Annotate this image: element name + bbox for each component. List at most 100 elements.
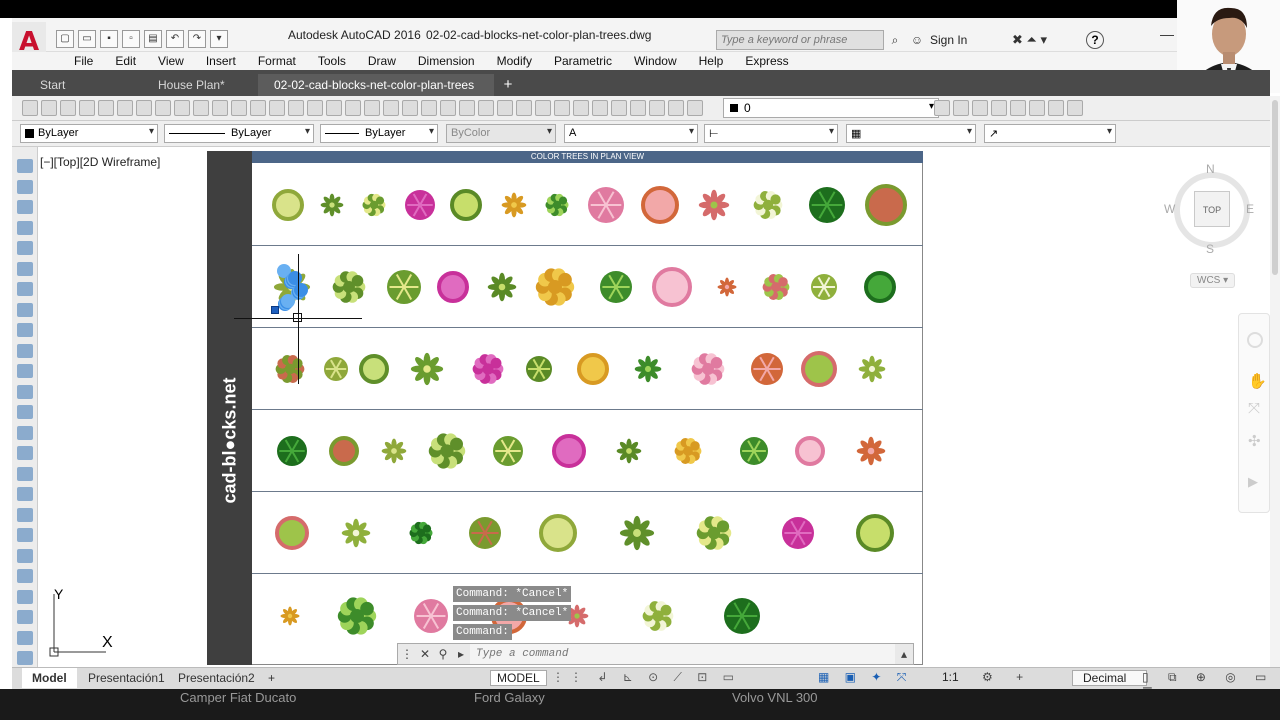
tree-block[interactable] xyxy=(762,273,790,301)
tree-block[interactable] xyxy=(359,354,389,384)
tree-block[interactable] xyxy=(652,267,692,307)
tree-block[interactable] xyxy=(858,355,886,383)
toolbar-tool-icon[interactable] xyxy=(60,100,76,116)
search-icon[interactable]: ⌕ xyxy=(886,30,904,50)
layer-tool-icon[interactable] xyxy=(1029,100,1045,116)
draw-tool-icon[interactable] xyxy=(17,364,33,378)
minimize-icon[interactable]: — xyxy=(1160,26,1174,42)
tab-model[interactable]: Model xyxy=(22,668,77,688)
compass-west[interactable]: W xyxy=(1164,202,1175,216)
tree-block[interactable] xyxy=(698,189,730,221)
exchange-icon[interactable]: ✖ ⏶ ▾ xyxy=(1012,32,1047,48)
toolbar-tool-icon[interactable] xyxy=(364,100,380,116)
tree-block[interactable] xyxy=(280,606,300,626)
menu-item-view[interactable]: View xyxy=(147,52,195,70)
toolbar-tool-icon[interactable] xyxy=(250,100,266,116)
tree-block[interactable] xyxy=(691,353,725,385)
toolbar-tool-icon[interactable] xyxy=(478,100,494,116)
toolbar-tool-icon[interactable] xyxy=(611,100,627,116)
toolbar-tool-icon[interactable] xyxy=(630,100,646,116)
layer-dropdown[interactable]: 0 ▾ xyxy=(723,98,939,118)
toolbar-tool-icon[interactable] xyxy=(174,100,190,116)
toolbar-tool-icon[interactable] xyxy=(155,100,171,116)
toolbar-tool-icon[interactable] xyxy=(326,100,342,116)
tree-block[interactable] xyxy=(535,268,575,306)
draw-tool-icon[interactable] xyxy=(17,241,33,255)
tree-block[interactable] xyxy=(864,271,896,303)
tree-block[interactable] xyxy=(329,436,359,466)
units-dropdown[interactable]: Decimal xyxy=(1072,670,1148,686)
tree-block[interactable] xyxy=(642,601,674,631)
draw-tool-icon[interactable] xyxy=(17,261,33,276)
viewcube-top-face[interactable]: TOP xyxy=(1194,191,1230,227)
tree-block[interactable] xyxy=(277,436,307,466)
draw-tool-icon[interactable] xyxy=(17,569,33,583)
tree-block[interactable] xyxy=(740,437,768,465)
toolbar-tool-icon[interactable] xyxy=(459,100,475,116)
toolbar-tool-icon[interactable] xyxy=(668,100,684,116)
command-expand-icon[interactable]: ▴ xyxy=(895,647,913,661)
tree-block[interactable] xyxy=(341,518,371,548)
compass-north[interactable]: N xyxy=(1206,162,1215,176)
toolbar-tool-icon[interactable] xyxy=(345,100,361,116)
tree-block[interactable] xyxy=(320,193,344,217)
layer-tool-icon[interactable] xyxy=(953,100,969,116)
tree-block[interactable] xyxy=(272,189,304,221)
dimstyle-dropdown[interactable]: ⊢ ▾ xyxy=(704,124,838,143)
toolbar-tool-icon[interactable] xyxy=(231,100,247,116)
tree-block[interactable] xyxy=(856,436,886,466)
tree-block[interactable] xyxy=(751,353,783,385)
layer-tool-icon[interactable] xyxy=(972,100,988,116)
undo-icon[interactable]: ↶ xyxy=(166,30,184,48)
saveas-icon[interactable]: ▫ xyxy=(122,30,140,48)
toolbar-tool-icon[interactable] xyxy=(383,100,399,116)
save-icon[interactable]: ▪ xyxy=(100,30,118,48)
new-icon[interactable]: ▢ xyxy=(56,30,74,48)
tree-block[interactable] xyxy=(641,186,679,224)
toolbar-tool-icon[interactable] xyxy=(554,100,570,116)
toolbar-tool-icon[interactable] xyxy=(687,100,703,116)
tree-block[interactable] xyxy=(539,514,577,552)
tree-block[interactable] xyxy=(545,193,569,217)
tree-block[interactable] xyxy=(469,517,501,549)
tree-block[interactable] xyxy=(588,187,624,223)
draw-tool-icon[interactable] xyxy=(17,282,33,296)
wcs-menu[interactable]: WCS ▾ xyxy=(1190,273,1236,288)
tree-block[interactable] xyxy=(809,187,845,223)
tree-block[interactable] xyxy=(552,434,586,468)
menu-item-dimension[interactable]: Dimension xyxy=(407,52,486,70)
draw-tool-icon[interactable] xyxy=(17,179,33,194)
toolbar-tool-icon[interactable] xyxy=(402,100,418,116)
linetype-dropdown[interactable]: ByLayer ▾ xyxy=(164,124,314,143)
command-input[interactable] xyxy=(470,644,895,664)
pan-icon[interactable]: ✋ xyxy=(1248,372,1267,390)
tree-block[interactable] xyxy=(782,517,814,549)
textstyle-dropdown[interactable]: A ▾ xyxy=(564,124,698,143)
tree-block[interactable] xyxy=(337,597,377,635)
layer-tool-icon[interactable] xyxy=(1067,100,1083,116)
tab-current-drawing[interactable]: 02-02-cad-blocks-net-color-plan-trees xyxy=(258,74,494,96)
draw-tool-icon[interactable] xyxy=(17,220,33,235)
tree-block[interactable] xyxy=(332,271,366,303)
tab-presentacion2[interactable]: Presentación2 xyxy=(168,668,265,688)
tree-block[interactable] xyxy=(856,514,894,552)
tree-block[interactable] xyxy=(616,438,642,464)
tab-presentacion1[interactable]: Presentación1 xyxy=(78,668,175,688)
tree-block[interactable] xyxy=(493,436,523,466)
tree-block[interactable] xyxy=(674,437,702,465)
toolbar-tool-icon[interactable] xyxy=(421,100,437,116)
toolbar-tool-icon[interactable] xyxy=(440,100,456,116)
tree-block[interactable] xyxy=(795,436,825,466)
model-space-toggle[interactable]: MODEL xyxy=(490,670,547,686)
new-tab-button[interactable]: + xyxy=(496,74,520,96)
menu-item-file[interactable]: File xyxy=(63,52,104,70)
draw-tool-icon[interactable] xyxy=(17,323,33,337)
toolbar-tool-icon[interactable] xyxy=(573,100,589,116)
menu-item-draw[interactable]: Draw xyxy=(357,52,407,70)
toolbar-tool-icon[interactable] xyxy=(649,100,665,116)
draw-tool-icon[interactable] xyxy=(17,528,33,542)
draw-tool-icon[interactable] xyxy=(17,446,33,460)
toolbar-tool-icon[interactable] xyxy=(193,100,209,116)
command-grip-icon[interactable]: ⋮ xyxy=(398,647,416,661)
tree-block[interactable] xyxy=(324,357,348,381)
